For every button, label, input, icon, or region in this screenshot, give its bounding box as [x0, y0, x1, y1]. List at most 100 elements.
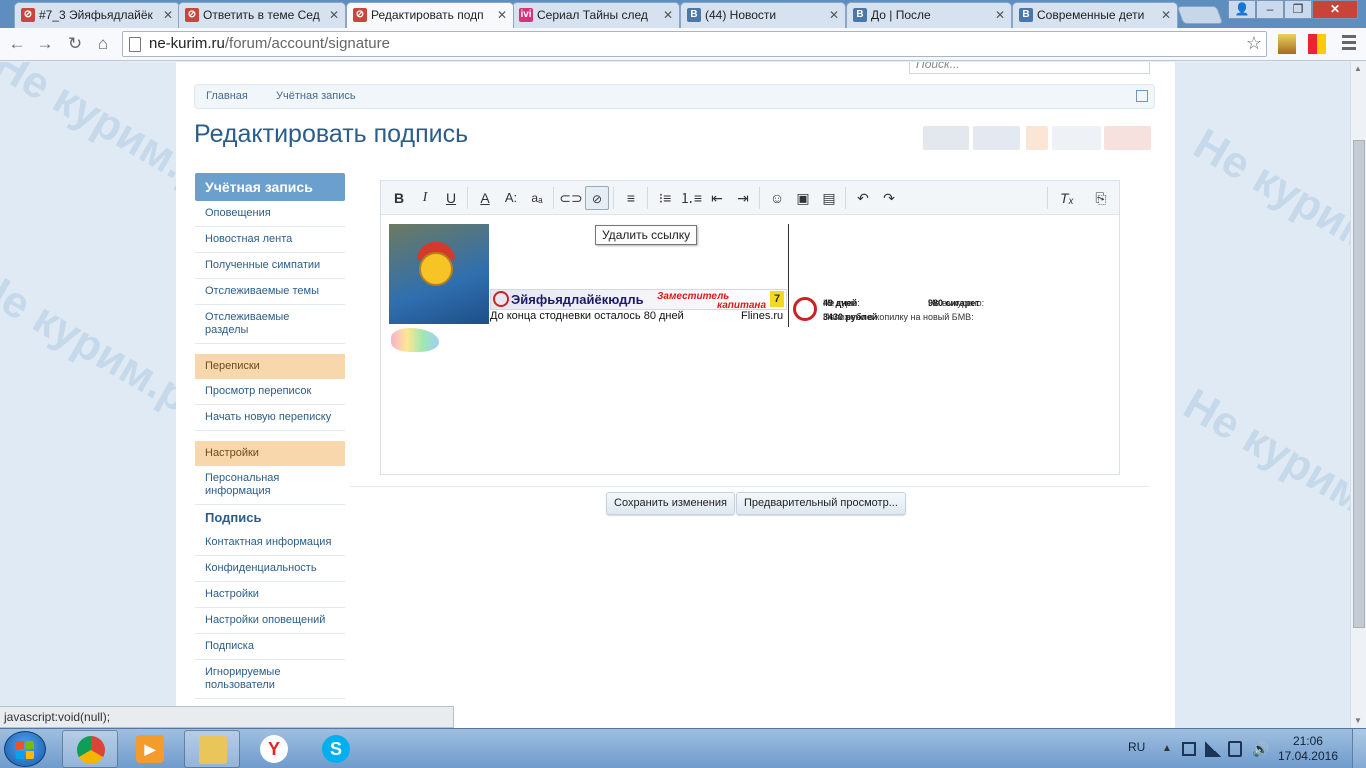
close-window-button[interactable]: ✕ — [1312, 0, 1358, 19]
preview-button[interactable]: Предварительный просмотр... — [736, 492, 906, 515]
numbered-list-icon[interactable]: ⒈≡ — [679, 186, 703, 210]
media-icon[interactable]: ▤ — [817, 186, 841, 210]
italic-icon[interactable]: I — [413, 186, 437, 210]
align-icon[interactable]: ≡ — [619, 186, 643, 210]
sidebar-item-personal-details[interactable]: Персональная информация — [195, 466, 345, 505]
browser-tab-active[interactable]: ⊘ Редактировать подп ✕ — [346, 2, 514, 28]
extension-flag-icon[interactable] — [1308, 34, 1326, 54]
save-changes-button[interactable]: Сохранить изменения — [606, 492, 735, 515]
link-icon[interactable]: ⊂⊃ — [559, 186, 583, 210]
browser-tab[interactable]: ivi Сериал Тайны след ✕ — [512, 2, 680, 28]
sidebar-item-news-feed[interactable]: Новостная лента — [195, 227, 345, 253]
font-size-icon[interactable]: A: — [499, 186, 523, 210]
tab-label: Ответить в теме Сед — [203, 8, 320, 22]
sidebar-item-watched-forums[interactable]: Отслеживаемые разделы — [195, 305, 345, 344]
browser-tab[interactable]: ⊘ #7_3 Эйяфьядлайёк ✕ — [14, 2, 180, 28]
unlink-icon[interactable]: ⊘ — [585, 186, 609, 210]
browser-tab[interactable]: B (44) Новости ✕ — [680, 2, 846, 28]
image-icon[interactable]: ▣ — [791, 186, 815, 210]
forward-icon[interactable]: → — [34, 33, 56, 55]
bookmark-star-icon[interactable]: ☆ — [1246, 33, 1262, 54]
share-ok-button[interactable] — [1026, 126, 1048, 150]
breadcrumb-home[interactable]: Главная — [206, 85, 248, 108]
sidebar-item-preferences[interactable]: Настройки — [195, 582, 345, 608]
page-scrollbar[interactable]: ▲ ▼ — [1350, 62, 1366, 728]
action-center-icon[interactable] — [1182, 742, 1196, 756]
taskbar-clock[interactable]: 21:06 17.04.2016 — [1278, 734, 1338, 764]
toolbar-separator — [613, 187, 614, 209]
show-desktop-button[interactable] — [1352, 729, 1366, 768]
language-indicator[interactable]: RU — [1128, 729, 1145, 768]
font-color-icon[interactable]: A — [473, 186, 497, 210]
skype-taskbar-icon[interactable]: S — [308, 730, 364, 768]
scroll-up-icon[interactable]: ▲ — [1354, 64, 1362, 73]
battery-icon[interactable] — [1228, 741, 1242, 757]
bullet-list-icon[interactable]: ⁝≡ — [653, 186, 677, 210]
browser-tab[interactable]: ⊘ Ответить в теме Сед ✕ — [178, 2, 346, 28]
smiley-icon[interactable]: ☺ — [765, 186, 789, 210]
underline-icon[interactable]: U — [439, 186, 463, 210]
redo-icon[interactable]: ↷ — [877, 186, 901, 210]
chrome-taskbar-icon[interactable] — [62, 730, 118, 768]
close-icon[interactable]: ✕ — [829, 3, 839, 27]
address-bar[interactable]: ne-kurim.ru/forum/account/signature ☆ — [122, 31, 1267, 57]
sidebar-item-new-conversation[interactable]: Начать новую переписку — [195, 405, 345, 431]
bold-icon[interactable]: B — [387, 186, 411, 210]
close-icon[interactable]: ✕ — [1161, 3, 1171, 27]
volume-icon[interactable]: 🔊 — [1252, 729, 1269, 768]
home-icon[interactable]: ⌂ — [92, 33, 114, 55]
outdent-icon[interactable]: ⇤ — [705, 186, 729, 210]
toggle-bbcode-icon[interactable]: ⎘ — [1089, 186, 1113, 210]
new-tab-button[interactable] — [1176, 6, 1224, 24]
sidebar-heading[interactable]: Учётная запись — [195, 173, 345, 201]
sidebar-item-ignored-users[interactable]: Игнорируемые пользователи — [195, 660, 345, 699]
close-icon[interactable]: ✕ — [663, 3, 673, 27]
sidebar-item-contact-details[interactable]: Контактная информация — [195, 530, 345, 556]
scrollbar-thumb[interactable] — [1353, 140, 1365, 628]
close-icon[interactable]: ✕ — [995, 3, 1005, 27]
close-icon[interactable]: ✕ — [329, 3, 339, 27]
tray-arrow-icon[interactable]: ▲ — [1162, 729, 1172, 768]
sidebar-item-alert-preferences[interactable]: Настройки оповещений — [195, 608, 345, 634]
close-icon[interactable]: ✕ — [497, 3, 507, 27]
menu-icon[interactable] — [1342, 35, 1356, 53]
sidebar-item-signature[interactable]: Подпись — [195, 505, 345, 530]
media-player-taskbar-icon[interactable]: ▶ — [122, 730, 178, 768]
sidebar-item-likes[interactable]: Полученные симпатии — [195, 253, 345, 279]
user-icon[interactable]: 👤 — [1228, 0, 1256, 19]
restore-button[interactable]: ❐ — [1284, 0, 1312, 19]
breadcrumb-account[interactable]: Учётная запись — [276, 85, 356, 108]
smoking-stats-banner: Не курю: 49 дней Не выкурено: 980 сигаре… — [791, 294, 1091, 324]
back-icon[interactable]: ← — [6, 33, 28, 55]
sidebar-item-view-conversations[interactable]: Просмотр переписок — [195, 379, 345, 405]
close-icon[interactable]: ✕ — [163, 3, 173, 27]
toolbar-separator — [553, 187, 554, 209]
share-mailru-button[interactable] — [1052, 126, 1101, 150]
share-google-button[interactable] — [1104, 126, 1151, 150]
browser-tab[interactable]: B Современные дети ✕ — [1012, 2, 1178, 28]
sidebar-item-upgrades[interactable]: Подписка — [195, 634, 345, 660]
sidebar-item-watched-threads[interactable]: Отслеживаемые темы — [195, 279, 345, 305]
scroll-down-icon[interactable]: ▼ — [1354, 716, 1362, 725]
remove-format-icon[interactable]: Tₓ — [1055, 186, 1079, 210]
reload-icon[interactable]: ↻ — [64, 33, 86, 55]
share-facebook-button[interactable] — [973, 126, 1020, 150]
media-player-icon: ▶ — [136, 735, 164, 763]
external-link-icon[interactable] — [1136, 90, 1148, 102]
watermark: Не курим.ру — [1185, 119, 1350, 294]
sidebar-item-alerts[interactable]: Оповещения — [195, 201, 345, 227]
search-input[interactable]: Поиск... — [909, 62, 1150, 74]
yandex-taskbar-icon[interactable]: Y — [246, 730, 302, 768]
extension-icon[interactable] — [1278, 34, 1296, 54]
sidebar-item-privacy[interactable]: Конфиденциальность — [195, 556, 345, 582]
explorer-taskbar-icon[interactable] — [184, 730, 240, 768]
network-icon[interactable] — [1205, 741, 1221, 757]
text-cursor — [788, 224, 789, 327]
browser-tab[interactable]: B До | После ✕ — [846, 2, 1012, 28]
undo-icon[interactable]: ↶ — [851, 186, 875, 210]
start-button[interactable] — [4, 731, 46, 767]
indent-icon[interactable]: ⇥ — [731, 186, 755, 210]
font-family-icon[interactable]: aₐ — [525, 186, 549, 210]
share-vk-button[interactable] — [923, 126, 969, 150]
minimize-button[interactable]: – — [1256, 0, 1284, 19]
